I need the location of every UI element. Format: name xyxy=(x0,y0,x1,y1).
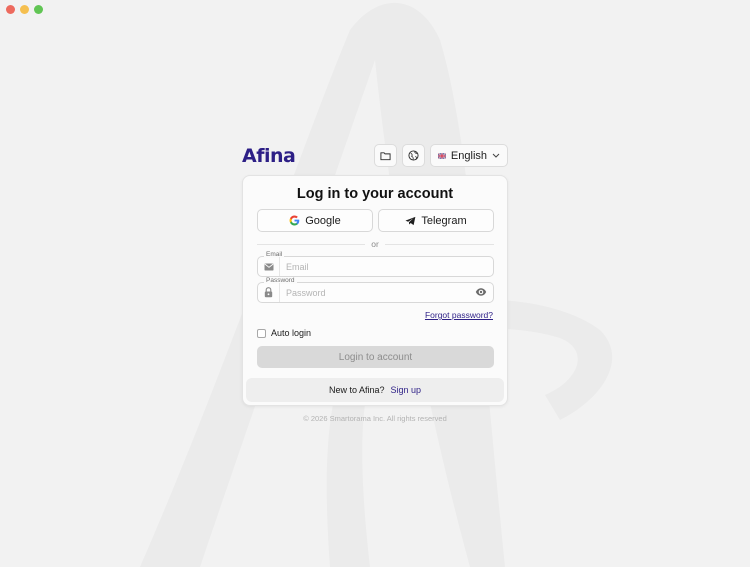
telegram-label: Telegram xyxy=(421,214,467,227)
globe-icon xyxy=(408,150,419,161)
google-icon xyxy=(289,215,300,226)
app-window: Afina English Log in to your account Goo… xyxy=(0,0,750,567)
folder-icon xyxy=(380,151,391,160)
uk-flag-icon xyxy=(438,152,446,159)
language-label: English xyxy=(450,149,487,162)
window-controls xyxy=(6,5,43,14)
language-select[interactable]: English xyxy=(430,144,508,167)
divider-label: or xyxy=(243,239,507,249)
copyright-footer: © 2026 Smartorama Inc. All rights reserv… xyxy=(303,414,447,423)
close-window-button[interactable] xyxy=(6,5,15,14)
email-input[interactable] xyxy=(286,259,466,274)
page-title: Log in to your account xyxy=(296,186,454,202)
auto-login-label: Auto login xyxy=(271,328,312,338)
open-folder-button[interactable] xyxy=(374,144,397,167)
chevron-down-icon xyxy=(492,153,500,158)
logo-text: Afina xyxy=(242,145,296,167)
logo: Afina xyxy=(242,144,296,168)
forgot-password-link[interactable]: Forgot password? xyxy=(425,310,493,320)
signup-link[interactable]: Sign up xyxy=(391,385,422,395)
zoom-window-button[interactable] xyxy=(34,5,43,14)
email-field: Email xyxy=(257,251,494,277)
mail-icon xyxy=(258,257,280,276)
globe-button[interactable] xyxy=(402,144,425,167)
signup-bar: New to Afina? Sign up xyxy=(246,378,504,402)
telegram-login-button[interactable]: Telegram xyxy=(378,209,494,232)
top-bar: Afina English xyxy=(242,144,508,168)
login-card: Log in to your account Google Telegram o… xyxy=(242,175,508,406)
login-button[interactable]: Login to account xyxy=(257,346,494,368)
auto-login-checkbox[interactable] xyxy=(257,328,266,338)
minimize-window-button[interactable] xyxy=(20,5,29,14)
google-label: Google xyxy=(305,214,341,227)
password-input[interactable] xyxy=(286,285,466,300)
show-password-icon[interactable] xyxy=(475,286,487,298)
auto-login-option[interactable]: Auto login xyxy=(257,328,311,338)
signup-prompt: New to Afina? xyxy=(328,385,385,395)
divider-text: or xyxy=(365,239,385,249)
lock-icon xyxy=(258,283,280,302)
telegram-icon xyxy=(405,216,416,225)
password-field: Password xyxy=(257,277,494,303)
google-login-button[interactable]: Google xyxy=(257,209,373,232)
